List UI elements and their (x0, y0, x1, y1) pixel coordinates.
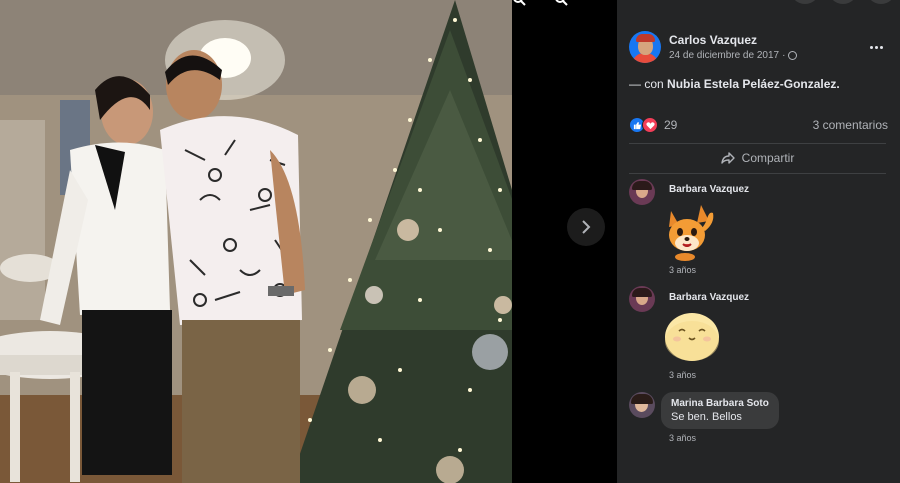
photo-viewer (0, 0, 617, 483)
commenter-avatar[interactable] (629, 286, 655, 312)
comment-time[interactable]: 3 años (669, 370, 749, 380)
comment-text: Se ben. Bellos (671, 411, 742, 423)
share-label: Compartir (741, 151, 795, 165)
menu-button[interactable] (790, 0, 820, 4)
meta-separator: · (782, 50, 786, 61)
fullscreen-icon[interactable] (596, 0, 610, 6)
next-photo-button[interactable] (567, 208, 605, 246)
reaction-count[interactable]: 29 (664, 118, 677, 132)
zoom-icon[interactable] (554, 0, 568, 6)
author-name[interactable]: Carlos Vazquez (669, 33, 797, 47)
post-photo[interactable] (0, 0, 512, 483)
commenter-avatar[interactable] (629, 392, 655, 418)
author-avatar[interactable] (629, 31, 661, 63)
share-icon (720, 152, 735, 164)
post-header: Carlos Vazquez 24 de diciembre de 2017 · (629, 30, 888, 64)
comments-count[interactable]: 3 comentarios (813, 118, 888, 132)
commenter-name[interactable]: Barbara Vazquez (669, 184, 749, 195)
smiling-face-sticker[interactable] (663, 311, 721, 365)
divider (629, 173, 886, 174)
photo-illustration (0, 0, 512, 483)
comment: Marina Barbara Soto Se ben. Bellos 3 año… (629, 392, 888, 443)
divider (629, 143, 886, 144)
tagged-person-link[interactable]: Nubia Estela Peláez-Gonzalez. (667, 77, 840, 91)
viewer-top-icons (512, 0, 610, 6)
tag-prefix: — con (629, 77, 664, 91)
commenter-avatar[interactable] (629, 179, 655, 205)
comment-time[interactable]: 3 años (669, 433, 779, 443)
reactions-summary: 29 3 comentarios (629, 116, 888, 134)
commenter-name[interactable]: Barbara Vazquez (669, 292, 749, 303)
more-options-button[interactable] (864, 35, 888, 59)
post-details-panel: Carlos Vazquez 24 de diciembre de 2017 ·… (617, 0, 900, 483)
notifications-button[interactable] (866, 0, 896, 4)
tagged-line: — con Nubia Estela Peláez-Gonzalez. (629, 77, 840, 91)
comment-time[interactable]: 3 años (669, 265, 749, 275)
love-reaction-icon (642, 117, 658, 133)
comment: Barbara Vazquez 3 años (629, 286, 888, 380)
comment-bubble: Marina Barbara Soto Se ben. Bellos (661, 392, 779, 429)
reaction-icons[interactable] (629, 117, 658, 133)
commenter-name[interactable]: Marina Barbara Soto (671, 398, 769, 409)
post-meta: 24 de diciembre de 2017 · (669, 50, 798, 61)
panel-top-buttons (790, 0, 900, 4)
search-icon[interactable] (512, 0, 526, 6)
post-date[interactable]: 24 de diciembre de 2017 (669, 50, 779, 61)
globe-icon[interactable] (788, 51, 798, 60)
chevron-right-icon (582, 220, 591, 234)
fox-sticker[interactable] (663, 201, 721, 263)
comment: Barbara Vazquez 3 años (629, 179, 888, 275)
messenger-button[interactable] (828, 0, 858, 4)
share-button[interactable]: Compartir (629, 146, 886, 170)
